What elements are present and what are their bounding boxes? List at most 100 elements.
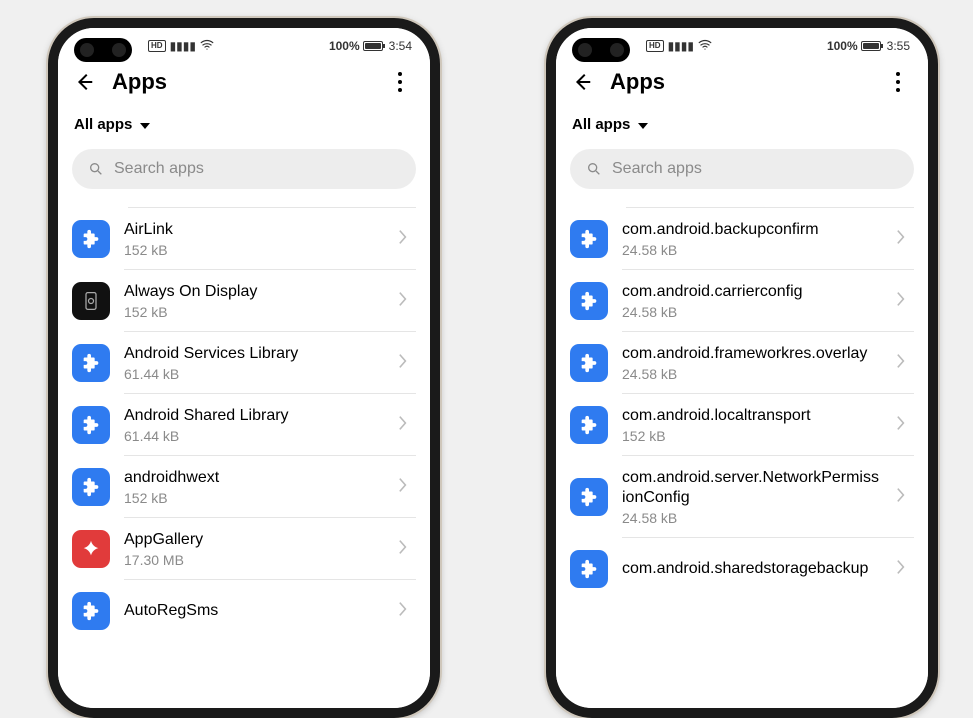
app-text: Android Shared Library61.44 kB [124,406,384,444]
app-row[interactable]: Android Shared Library61.44 kB [72,394,416,456]
app-name: com.android.server.NetworkPermissionConf… [622,468,882,508]
hd-badge-icon: HD [148,40,166,52]
camera-cutout [572,38,630,62]
clock: 3:54 [389,39,412,53]
app-size: 152 kB [124,490,384,506]
puzzle-icon [72,468,110,506]
app-size: 24.58 kB [622,304,882,320]
app-name: Android Services Library [124,344,384,364]
wifi-icon [200,38,214,54]
chevron-right-icon [398,229,414,250]
search-placeholder: Search apps [612,160,702,178]
filter-label: All apps [74,116,132,133]
app-size: 24.58 kB [622,366,882,382]
app-size: 24.58 kB [622,242,882,258]
chevron-right-icon [398,477,414,498]
app-name: com.android.carrierconfig [622,282,882,302]
app-row[interactable]: AppGallery 17.30 MB [72,518,416,580]
chevron-right-icon [896,229,912,250]
chevron-right-icon [398,539,414,560]
app-size: 152 kB [124,304,384,320]
app-name: com.android.localtransport [622,406,882,426]
app-text: com.android.carrierconfig 24.58 kB [622,282,882,320]
app-name: AppGallery [124,530,384,550]
signal-icon: ▮▮▮▮ [668,40,694,52]
search-icon [586,161,602,177]
signal-icon: ▮▮▮▮ [170,40,196,52]
clock: 3:55 [887,39,910,53]
app-name: com.android.backupconfirm [622,220,882,240]
app-list[interactable]: com.android.backupconfirm24.58 kBcom.and… [556,195,928,708]
search-icon [88,161,104,177]
puzzle-icon [570,344,608,382]
phone-frame-right: HD ▮▮▮▮ 100% 3:55 Apps [546,18,938,718]
app-text: AirLink 152 kB [124,220,384,258]
caret-down-icon [140,123,150,129]
app-size: 152 kB [622,428,882,444]
title-bar: Apps [556,64,928,104]
search-input[interactable]: Search apps [72,149,416,189]
back-button[interactable] [70,68,98,96]
chevron-right-icon [896,353,912,374]
wifi-icon [698,38,712,54]
back-button[interactable] [568,68,596,96]
app-row[interactable]: com.android.server.NetworkPermissionConf… [570,456,914,538]
app-text: Android Services Library61.44 kB [124,344,384,382]
screen: HD ▮▮▮▮ 100% 3:54 Apps [58,28,430,708]
chevron-right-icon [398,353,414,374]
puzzle-icon [72,220,110,258]
app-name: Always On Display [124,282,384,302]
overflow-menu-button[interactable] [386,68,414,96]
chevron-right-icon [896,487,912,508]
filter-label: All apps [572,116,630,133]
filter-dropdown[interactable]: All apps [556,104,928,141]
appgallery-icon [72,530,110,568]
battery-icon [861,41,881,51]
camera-cutout [74,38,132,62]
app-row[interactable]: Android Services Library61.44 kB [72,332,416,394]
app-row[interactable]: com.android.localtransport 152 kB [570,394,914,456]
filter-dropdown[interactable]: All apps [58,104,430,141]
battery-icon [363,41,383,51]
app-size: 17.30 MB [124,552,384,568]
puzzle-icon [570,406,608,444]
app-name: com.android.sharedstoragebackup [622,559,882,579]
app-name: com.android.frameworkres.overlay [622,344,882,364]
hd-badge-icon: HD [646,40,664,52]
app-text: Always On Display 152 kB [124,282,384,320]
search-input[interactable]: Search apps [570,149,914,189]
puzzle-icon [570,478,608,516]
app-text: com.android.localtransport 152 kB [622,406,882,444]
battery-percent: 100% [827,39,858,53]
chevron-right-icon [896,291,912,312]
app-row[interactable]: com.android.frameworkres.overlay 24.58 kB [570,332,914,394]
app-row[interactable]: Always On Display 152 kB [72,270,416,332]
app-row[interactable]: com.android.carrierconfig 24.58 kB [570,270,914,332]
puzzle-icon [570,282,608,320]
overflow-menu-button[interactable] [884,68,912,96]
caret-down-icon [638,123,648,129]
puzzle-icon [72,344,110,382]
app-name: androidhwext [124,468,384,488]
aod-app-icon [72,282,110,320]
app-row[interactable]: com.android.sharedstoragebackup [570,538,914,600]
phone-frame-left: HD ▮▮▮▮ 100% 3:54 Apps [48,18,440,718]
puzzle-icon [570,220,608,258]
app-text: com.android.server.NetworkPermissionConf… [622,468,882,526]
app-text: com.android.sharedstoragebackup [622,559,882,579]
chevron-right-icon [398,291,414,312]
app-list[interactable]: AirLink 152 kB Always On Display 152 kB Andr… [58,195,430,708]
app-size: 152 kB [124,242,384,258]
page-title: Apps [112,69,167,95]
app-row[interactable]: com.android.backupconfirm 24.58 kB [570,208,914,270]
app-row[interactable]: androidhwext 152 kB [72,456,416,518]
app-text: AppGallery 17.30 MB [124,530,384,568]
title-bar: Apps [58,64,430,104]
app-row[interactable]: AutoRegSms [72,580,416,642]
app-row[interactable]: AirLink 152 kB [72,208,416,270]
app-text: com.android.backupconfirm 24.58 kB [622,220,882,258]
app-text: AutoRegSms [124,601,384,621]
app-name: AirLink [124,220,384,240]
page-title: Apps [610,69,665,95]
app-text: com.android.frameworkres.overlay 24.58 kB [622,344,882,382]
